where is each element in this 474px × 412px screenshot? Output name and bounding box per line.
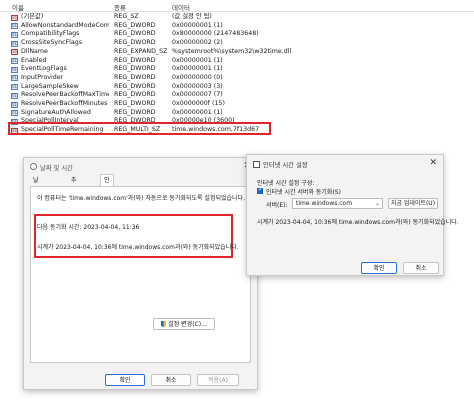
apply-button[interactable]: 적용(A) — [197, 374, 239, 386]
tab-additional-clocks[interactable]: 추가 시계 — [68, 175, 80, 217]
registry-row[interactable]: EventLogFlags REG_DWORD 0x00000001 (1) — [0, 65, 474, 74]
internet-time-settings-dialog: 인터넷 시간 설정 ✕ 인터넷 시간 설정 구성: 인터넷 시간 서버와 동기화… — [246, 154, 459, 276]
column-name[interactable]: 이름 — [12, 2, 24, 12]
registry-row[interactable]: ResolvePeerBackoffMaxTimes REG_DWORD 0x000… — [0, 91, 474, 100]
registry-row-name: ResolvePeerBackoffMaxTimes — [21, 91, 109, 99]
column-type[interactable]: 종류 — [114, 2, 126, 12]
registry-row-name: ResolvePeerBackoffMinutes — [21, 100, 108, 107]
registry-row-type: REG_DWORD — [114, 73, 156, 81]
clock-icon — [30, 163, 37, 170]
registry-row[interactable]: InputProvider REG_DWORD 0x00000000 (0) — [0, 74, 474, 83]
auto-sync-text: 이 컴퓨터는 'time.windows.com'과(와) 자동으로 동기화되도… — [37, 195, 245, 202]
registry-row-type: REG_SZ — [114, 13, 139, 20]
sync-checkbox[interactable] — [257, 186, 263, 194]
binary-value-icon — [11, 57, 18, 66]
registry-row-name: CrossSiteSyncFlags — [21, 39, 83, 47]
binary-value-icon — [11, 40, 18, 48]
registry-row-type: REG_DWORD — [114, 30, 156, 38]
registry-row-data: 0x00000000 (0) — [172, 73, 223, 81]
registry-row-name: EventLogFlags — [21, 65, 67, 73]
registry-row-data: 0x00000007 (7) — [172, 91, 223, 99]
registry-row-name: SignatureAuthAllowed — [21, 108, 91, 116]
change-settings-label: 설정 변경(C)... — [168, 321, 207, 328]
registry-row-data: 0x00000001 (1) — [172, 65, 223, 73]
last-sync-text: 시계가 2023-04-04, 10:36에 time.windows.com과… — [37, 244, 239, 251]
close-icon[interactable]: ✕ — [429, 158, 437, 168]
registry-row-data: %systemroot%\system32\w32time.dll — [172, 47, 292, 55]
binary-value-icon — [11, 22, 18, 31]
sync-status-text: 시계가 2023-04-04, 10:36에 time.windows.com과… — [257, 219, 459, 226]
column-data[interactable]: 데이터 — [172, 2, 190, 12]
datetime-dialog: 날짜 및 시간 ✕ 날짜 및 시간 추가 시계 인터넷 시간 이 컴퓨터는 't… — [23, 157, 258, 390]
registry-row-name: (기본값) — [21, 13, 44, 20]
update-now-button[interactable]: 지금 업데이트(U) — [388, 198, 438, 209]
string-value-icon — [11, 14, 18, 22]
registry-row-data: 0x0000000f (15) — [172, 100, 225, 107]
server-label: 서버(E): — [266, 202, 288, 209]
binary-value-icon — [11, 83, 18, 92]
registry-row-data: (값 설정 안 됨) — [172, 13, 212, 20]
registry-row-data: 0x00000001 (1) — [172, 56, 223, 64]
registry-row-data: 0x00000003 (3) — [172, 82, 223, 90]
server-select[interactable]: time.windows.com ⌄ — [292, 198, 383, 209]
registry-row-type: REG_DWORD — [114, 82, 156, 90]
next-sync-text: 다음 동기화 시간: 2023-04-04, 11:36 — [37, 224, 140, 231]
dialog-title: 인터넷 시간 설정 — [263, 162, 308, 169]
window-icon — [253, 161, 260, 168]
internet-time-panel: 이 컴퓨터는 'time.windows.com'과(와) 자동으로 동기화되도… — [30, 186, 251, 363]
registry-row[interactable]: SignatureAuthAllowed REG_DWORD 0x00000001 … — [0, 109, 474, 118]
registry-row-type: REG_DWORD — [114, 108, 156, 116]
registry-row-name: LargeSampleSkew — [21, 82, 79, 90]
string-value-icon — [11, 48, 18, 57]
binary-value-icon — [11, 31, 18, 40]
registry-row-data: 0x00000002 (2) — [172, 39, 223, 47]
registry-row[interactable]: LargeSampleSkew REG_DWORD 0x00000003 (3) — [0, 83, 474, 92]
registry-row-data: 0x00000001 (1) — [172, 21, 223, 29]
registry-row-name: AllowNonstandardModeCombin... — [21, 21, 109, 29]
registry-row-type: REG_DWORD — [114, 65, 156, 73]
binary-value-icon — [11, 66, 18, 74]
registry-row[interactable]: (기본값) REG_SZ (값 설정 안 됨) — [0, 13, 474, 22]
registry-row[interactable]: AllowNonstandardModeCombin... REG_DWORD 0x… — [0, 22, 474, 31]
registry-row-type: REG_DWORD — [114, 39, 156, 47]
highlight-box-sync-info — [34, 214, 233, 258]
highlight-box-special-poll-interval — [8, 122, 271, 135]
chevron-down-icon: ⌄ — [374, 200, 380, 207]
registry-row-type: REG_DWORD — [114, 100, 156, 107]
registry-row-name: DllName — [21, 47, 48, 55]
change-settings-button[interactable]: 설정 변경(C)... — [153, 318, 215, 330]
registry-row-name: CompatibilityFlags — [21, 30, 80, 38]
shield-icon — [161, 321, 167, 327]
registry-row-data: 0x80000000 (2147483648) — [172, 30, 259, 38]
ok-button[interactable]: 확인 — [361, 262, 397, 274]
registry-column-header: 이름 종류 데이터 — [0, 0, 474, 12]
sync-checkbox-label[interactable]: 인터넷 시간 서버와 동기화(S) — [266, 187, 341, 196]
registry-row-type: REG_EXPAND_SZ — [114, 47, 168, 55]
registry-row-type: REG_DWORD — [114, 21, 156, 29]
tab-date-time[interactable]: 날짜 및 시간 — [30, 175, 42, 228]
cancel-button[interactable]: 취소 — [403, 262, 439, 274]
cancel-button[interactable]: 취소 — [151, 374, 191, 386]
dialog-title: 날짜 및 시간 — [40, 165, 73, 172]
registry-row-name: Enabled — [21, 56, 47, 64]
binary-value-icon — [11, 92, 18, 100]
ok-button[interactable]: 확인 — [105, 374, 145, 386]
binary-value-icon — [11, 74, 18, 83]
binary-value-icon — [11, 101, 18, 109]
server-value: time.windows.com — [296, 200, 353, 207]
binary-value-icon — [11, 109, 18, 118]
registry-row-type: REG_DWORD — [114, 91, 156, 99]
registry-row-data: 0x00000001 (1) — [172, 108, 223, 116]
registry-row-name: InputProvider — [21, 73, 64, 81]
registry-row[interactable]: DllName REG_EXPAND_SZ %systemroot%\system3… — [0, 48, 474, 57]
registry-row-type: REG_DWORD — [114, 56, 156, 64]
config-heading: 인터넷 시간 설정 구성: — [257, 180, 315, 187]
registry-row[interactable]: Enabled REG_DWORD 0x00000001 (1) — [0, 57, 474, 66]
registry-row[interactable]: CompatibilityFlags REG_DWORD 0x80000000 (2… — [0, 30, 474, 40]
registry-row[interactable]: ResolvePeerBackoffMinutes REG_DWORD 0x0000… — [0, 100, 474, 109]
tab-internet-time[interactable]: 인터넷 시간 — [100, 174, 114, 228]
registry-row[interactable]: CrossSiteSyncFlags REG_DWORD 0x00000002 (2… — [0, 39, 474, 48]
registry-value-list: 이름 종류 데이터 (기본값) REG_SZ (값 설정 안 됨) AllowNons… — [0, 0, 474, 175]
